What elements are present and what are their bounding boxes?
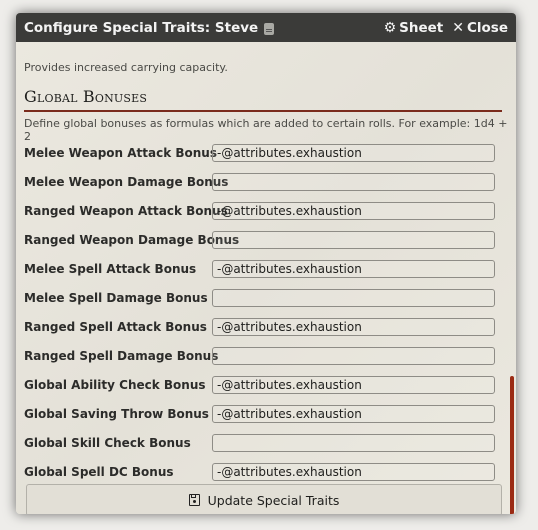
bonus-field-label: Melee Spell Damage Bonus [24,290,208,305]
bonus-field-label: Global Saving Throw Bonus [24,406,209,421]
bonus-field-label: Melee Weapon Damage Bonus [24,174,229,189]
id-card-icon [264,22,275,35]
bonus-field-row: Global Spell DC Bonus [24,457,502,486]
window-title: Configure Special Traits: Steve [24,19,259,36]
window-content: Provides increased carrying capacity. Gl… [16,42,516,514]
bonus-field-input[interactable] [212,317,495,336]
bonus-field-label: Global Spell DC Bonus [24,464,174,479]
bonus-field-label: Ranged Weapon Damage Bonus [24,232,240,247]
bonus-field-input[interactable] [212,404,495,423]
bonus-field-row: Melee Weapon Attack Bonus [24,138,502,167]
bonus-field-input[interactable] [212,462,495,481]
bonus-field-input[interactable] [212,230,495,249]
close-button[interactable]: ✕ Close [452,20,508,36]
bonus-field-label: Ranged Weapon Attack Bonus [24,203,228,218]
close-button-label: Close [466,19,508,36]
bonus-field-row: Melee Spell Attack Bonus [24,254,502,283]
section-divider [24,110,502,112]
submit-label: Update Special Traits [207,492,340,508]
bonus-field-row: Global Saving Throw Bonus [24,399,502,428]
bonus-field-input[interactable] [212,346,495,365]
bonus-field-label: Melee Weapon Attack Bonus [24,145,217,160]
bonus-field-input[interactable] [212,433,495,452]
bonus-field-row: Melee Spell Damage Bonus [24,283,502,312]
bonus-field-input[interactable] [212,143,495,162]
bonus-field-input[interactable] [212,201,495,220]
sheet-button-label: Sheet [399,19,444,36]
hint-text: Provides increased carrying capacity. [24,61,228,74]
close-icon: ✕ [452,19,464,36]
bonus-field-row: Melee Weapon Damage Bonus [24,167,502,196]
section-title: Global Bonuses [24,87,148,106]
bonus-field-input[interactable] [212,375,495,394]
bonus-field-label: Ranged Spell Attack Bonus [24,319,207,334]
bonus-field-label: Ranged Spell Damage Bonus [24,348,219,363]
configure-special-traits-window: Configure Special Traits: Steve ⚙ Sheet … [16,13,516,514]
bonus-field-label: Melee Spell Attack Bonus [24,261,197,276]
bonus-field-row: Ranged Weapon Damage Bonus [24,225,502,254]
update-special-traits-button[interactable]: Update Special Traits [26,484,502,514]
bonus-field-row: Global Skill Check Bonus [24,428,502,457]
bonus-field-row: Ranged Spell Attack Bonus [24,312,502,341]
save-icon [188,494,200,506]
bonus-field-row: Ranged Spell Damage Bonus [24,341,502,370]
scrollbar-thumb[interactable] [510,376,514,514]
bonus-field-row: Ranged Weapon Attack Bonus [24,196,502,225]
gear-icon: ⚙ [383,19,397,36]
bonus-field-row: Global Ability Check Bonus [24,370,502,399]
bonus-field-label: Global Skill Check Bonus [24,435,191,450]
bonus-field-input[interactable] [212,172,495,191]
bonus-field-label: Global Ability Check Bonus [24,377,206,392]
sheet-button[interactable]: ⚙ Sheet [384,20,444,36]
bonus-fields: Melee Weapon Attack Bonus Melee Weapon Da… [24,138,502,486]
bonus-field-input[interactable] [212,288,495,307]
window-header[interactable]: Configure Special Traits: Steve ⚙ Sheet … [16,13,516,42]
bonus-field-input[interactable] [212,259,495,278]
